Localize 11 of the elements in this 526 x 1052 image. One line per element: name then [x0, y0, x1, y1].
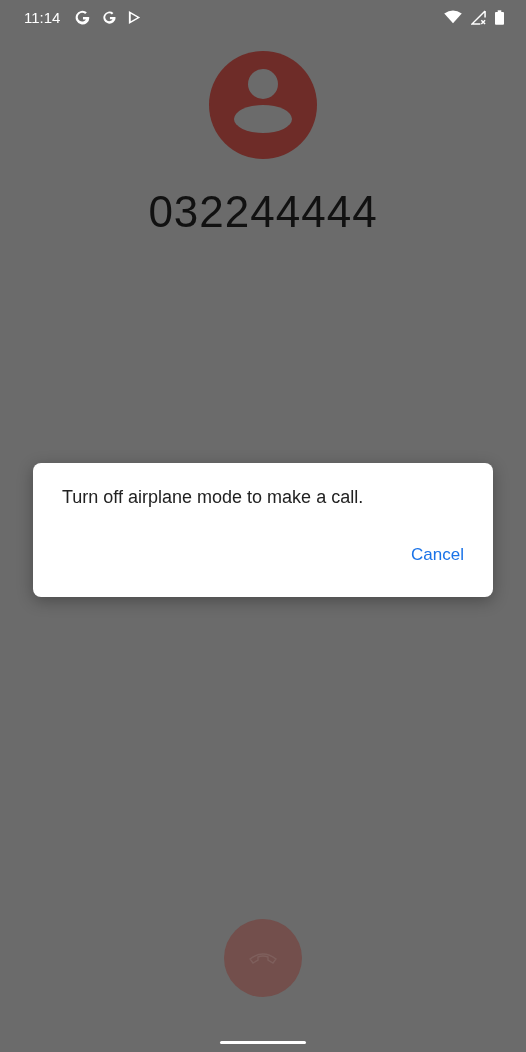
cancel-button[interactable]: Cancel [411, 541, 464, 569]
no-signal-icon [471, 9, 486, 25]
battery-icon [495, 9, 504, 25]
play-icon [127, 9, 143, 25]
home-indicator[interactable] [220, 1041, 306, 1044]
wifi-icon [444, 10, 462, 24]
contact-avatar-icon [209, 51, 317, 159]
phone-number: 032244444 [148, 187, 378, 237]
dialog-message: Turn off airplane mode to make a call. [62, 487, 365, 508]
status-time: 11:14 [24, 8, 61, 26]
notification-icon [101, 8, 119, 26]
